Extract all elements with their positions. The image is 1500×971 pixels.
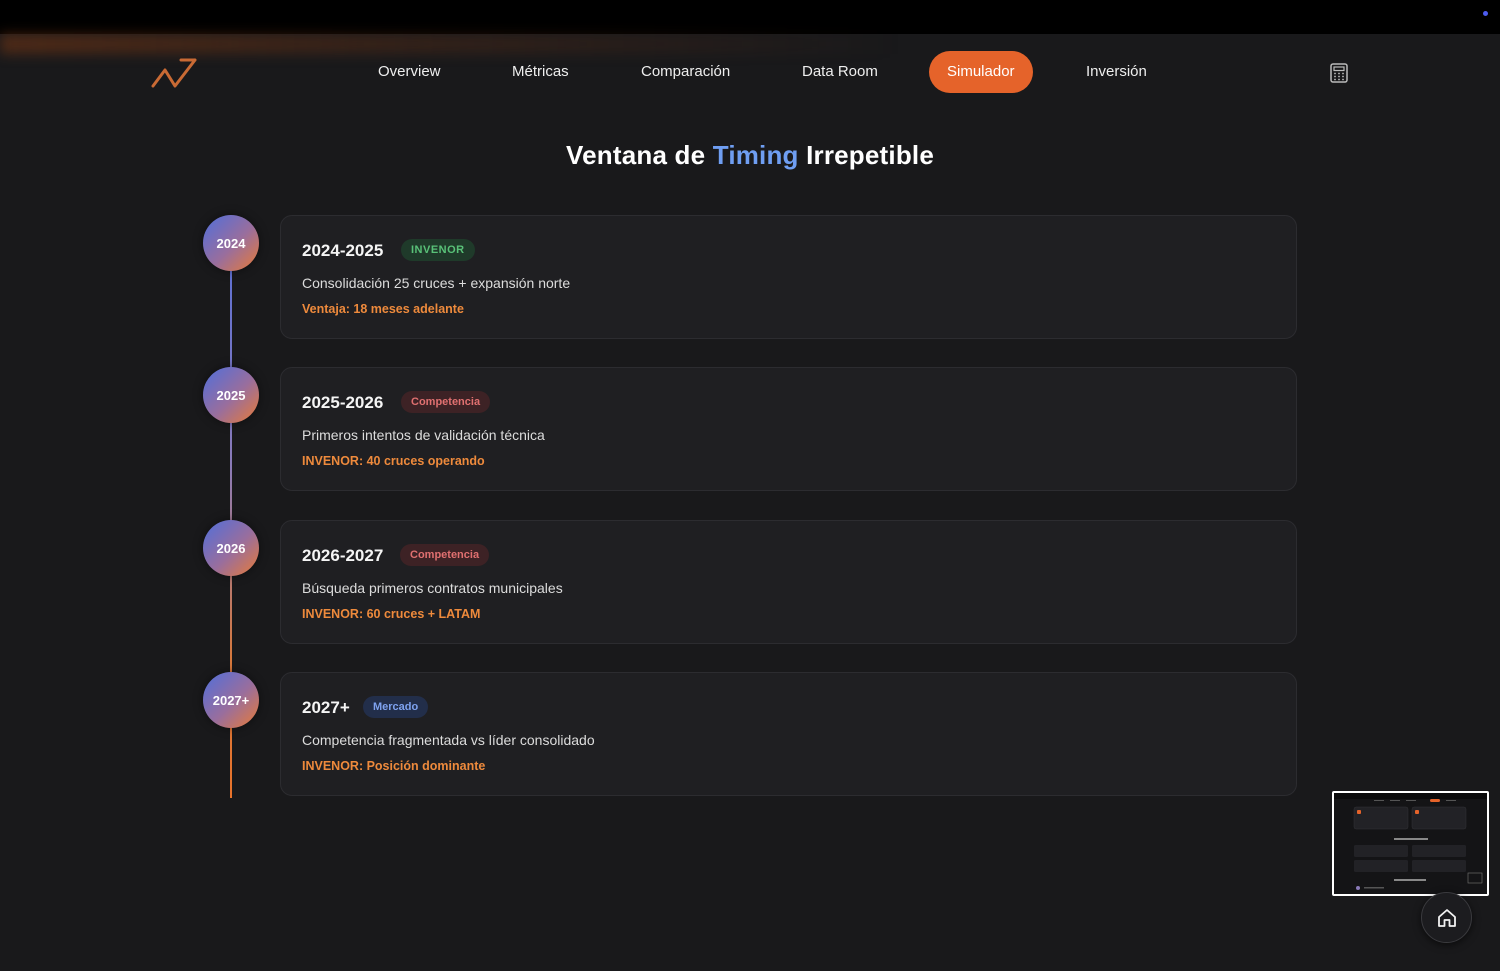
home-icon [1437, 908, 1456, 927]
timeline-year-marker: 2025 [203, 367, 259, 423]
nav-comparacion[interactable]: Comparación [641, 51, 730, 93]
period-title: 2026-2027 [302, 546, 384, 565]
timeline-year-marker: 2024 [203, 215, 259, 271]
calculator-icon[interactable] [1330, 63, 1348, 83]
period-advantage: INVENOR: 40 cruces operando [302, 454, 485, 468]
timeline-card: 2025-2026 Competencia Primeros intentos … [280, 367, 1297, 491]
status-badge: Mercado [363, 696, 429, 718]
nav-inversion[interactable]: Inversión [1086, 51, 1147, 93]
period-advantage: INVENOR: 60 cruces + LATAM [302, 607, 481, 621]
period-description: Competencia fragmentada vs líder consoli… [302, 732, 595, 748]
thumbnail-preview [1334, 793, 1487, 894]
timeline-card: 2027+ Mercado Competencia fragmentada vs… [280, 672, 1297, 796]
status-badge: Competencia [401, 391, 491, 413]
title-pre: Ventana de [566, 140, 713, 170]
invenor-logo-icon[interactable] [150, 56, 198, 90]
home-button[interactable] [1421, 892, 1472, 943]
period-description: Consolidación 25 cruces + expansión nort… [302, 275, 571, 291]
timeline-card: 2026-2027 Competencia Búsqueda primeros … [280, 520, 1297, 644]
timeline-year-marker: 2027+ [203, 672, 259, 728]
status-dot [1483, 11, 1488, 16]
title-post: Irrepetible [798, 140, 934, 170]
period-description: Búsqueda primeros contratos municipales [302, 580, 563, 596]
period-title: 2024-2025 [302, 241, 384, 260]
nav-overview[interactable]: Overview [378, 51, 441, 93]
period-advantage: Ventaja: 18 meses adelante [302, 302, 464, 316]
title-highlight: Timing [712, 140, 799, 170]
nav-data-room[interactable]: Data Room [802, 51, 878, 93]
page-thumbnail[interactable] [1332, 791, 1489, 896]
period-advantage: INVENOR: Posición dominante [302, 759, 486, 773]
nav-simulador[interactable]: Simulador [929, 51, 1033, 93]
period-title: 2027+ [302, 698, 350, 717]
status-badge: Competencia [400, 544, 490, 566]
top-bar [0, 0, 1500, 34]
page-title: Ventana de Timing Irrepetible [0, 140, 1500, 171]
timeline-card: 2024-2025 INVENOR Consolidación 25 cruce… [280, 215, 1297, 339]
navigation-bar: Overview Métricas Comparación Data Room … [0, 34, 1500, 110]
period-title: 2025-2026 [302, 393, 384, 412]
nav-metricas[interactable]: Métricas [512, 51, 569, 93]
status-badge: INVENOR [401, 239, 475, 261]
period-description: Primeros intentos de validación técnica [302, 427, 545, 443]
timeline-year-marker: 2026 [203, 520, 259, 576]
